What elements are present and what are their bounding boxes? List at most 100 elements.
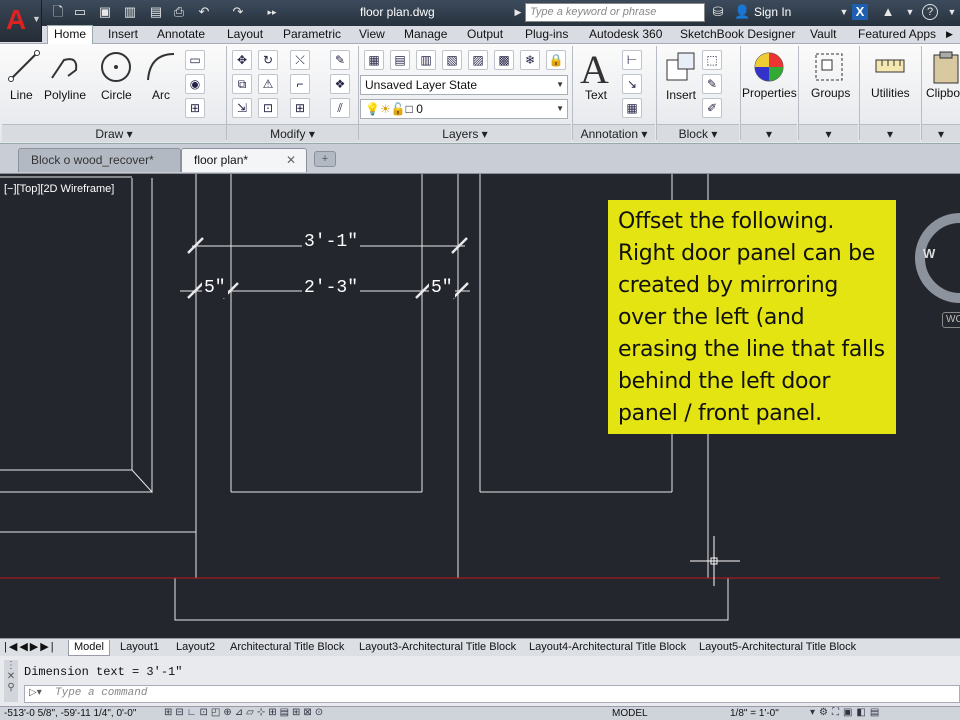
layer-lock-icon[interactable]: 🔒 <box>546 50 566 70</box>
redo-icon[interactable]: ↷ <box>230 4 246 20</box>
drafting-toggles-icon[interactable]: ⊞⊟∟⊡◰⊕⊿▱⊹⊞▤⊞⊠⊙ <box>164 707 326 718</box>
line-icon[interactable] <box>8 50 40 82</box>
copy-icon[interactable]: ⧉ <box>232 74 252 94</box>
utilities-icon[interactable] <box>874 54 906 78</box>
edit-block-icon[interactable]: ✎ <box>702 74 722 94</box>
exchange-icon[interactable]: X <box>852 4 868 20</box>
polyline-icon[interactable] <box>48 50 82 82</box>
layout-nav-arrows-icon[interactable]: |◀◀▶▶| <box>4 640 56 656</box>
open-icon[interactable]: ▭ <box>72 4 88 20</box>
panel-clipboard[interactable]: ▾ <box>922 124 960 142</box>
dimension-text-overall[interactable]: 3'-1" <box>302 232 361 252</box>
search-input[interactable]: Type a keyword or phrase <box>525 3 705 22</box>
erase-icon[interactable]: ✎ <box>330 50 350 70</box>
dimension-icon[interactable]: ⊢ <box>622 50 642 70</box>
rectangle-icon[interactable]: ▭ <box>185 50 205 70</box>
arc-icon[interactable] <box>144 50 178 84</box>
tab-plug-ins[interactable]: Plug-ins <box>525 26 568 44</box>
command-input[interactable]: Type a command <box>24 685 960 703</box>
annotation-scale-dropdown[interactable]: 1/8" = 1'-0" <box>730 708 779 719</box>
tab-manage[interactable]: Manage <box>404 26 447 44</box>
layer-state-dropdown[interactable]: Unsaved Layer State ▼ <box>360 75 568 95</box>
panel-properties[interactable]: ▾ <box>741 124 797 142</box>
sign-in-dropdown-icon[interactable]: ▼ <box>836 4 852 20</box>
circle-icon[interactable] <box>99 50 133 84</box>
application-menu-button[interactable]: A ▼ <box>0 0 42 42</box>
layer-freeze-icon[interactable]: ❄ <box>520 50 540 70</box>
clipboard-icon[interactable] <box>932 50 960 84</box>
ribbon-minimize-icon[interactable]: ▶ <box>946 26 953 44</box>
table-icon[interactable]: ▦ <box>622 98 642 118</box>
binoculars-icon[interactable]: ⛁ <box>710 4 726 20</box>
panel-draw[interactable]: Draw ▾ <box>2 124 226 142</box>
command-prompt-icon[interactable]: ▷▾ <box>29 687 42 698</box>
groups-button-label[interactable]: Groups <box>811 86 850 100</box>
tab-insert[interactable]: Insert <box>108 26 138 44</box>
create-block-icon[interactable]: ⬚ <box>702 50 722 70</box>
expand-icon[interactable]: ▸▸ <box>264 4 280 20</box>
wcs-menu-button[interactable]: WC <box>942 312 960 328</box>
utilities-button-label[interactable]: Utilities <box>871 86 910 100</box>
properties-icon[interactable] <box>752 50 786 84</box>
panel-groups[interactable]: ▾ <box>799 124 858 142</box>
save-as-icon[interactable]: ▥ <box>122 4 138 20</box>
array-icon[interactable]: ⊞ <box>290 98 310 118</box>
sign-in-button[interactable]: Sign In <box>754 5 791 19</box>
explode-icon[interactable]: ❖ <box>330 74 350 94</box>
layer-previous-icon[interactable]: ▧ <box>442 50 462 70</box>
layout-tab-layout5[interactable]: Layout5-Architectural Title Block <box>699 640 856 656</box>
move-icon[interactable]: ✥ <box>232 50 252 70</box>
arc-button-label[interactable]: Arc <box>152 88 170 102</box>
tab-featured-apps[interactable]: Featured Apps <box>858 26 936 44</box>
layer-dropdown[interactable]: 💡☀🔓□ 0 ▼ <box>360 99 568 119</box>
rotate-icon[interactable]: ↻ <box>258 50 278 70</box>
layout-tab-layout4[interactable]: Layout4-Architectural Title Block <box>529 640 686 656</box>
tab-output[interactable]: Output <box>467 26 503 44</box>
layout-tab-model[interactable]: Model <box>68 640 110 656</box>
panel-layers[interactable]: Layers ▾ <box>359 124 571 142</box>
save-icon[interactable]: ▣ <box>97 4 113 20</box>
panel-modify[interactable]: Modify ▾ <box>227 124 358 142</box>
insert-block-icon[interactable] <box>664 50 698 84</box>
layout-tab-arch-title[interactable]: Architectural Title Block <box>230 640 344 656</box>
help-button[interactable]: ? <box>922 4 938 20</box>
dimension-text-middle[interactable]: 2'-3" <box>302 278 361 298</box>
file-tab-block-o-wood[interactable]: Block o wood_recover* <box>18 148 181 172</box>
region-icon[interactable]: ⊞ <box>185 98 205 118</box>
layer-match-icon[interactable]: ▥ <box>416 50 436 70</box>
help-dropdown-icon[interactable]: ▼ <box>944 4 960 20</box>
layout-tab-layout2[interactable]: Layout2 <box>176 640 215 656</box>
coordinates-readout[interactable]: -513'-0 5/8", -59'-11 1/4", 0'-0" <box>4 708 136 719</box>
line-button-label[interactable]: Line <box>10 88 33 102</box>
attribute-icon[interactable]: ✐ <box>702 98 722 118</box>
text-button-label[interactable]: Text <box>585 88 607 102</box>
dimension-text-right[interactable]: 5" <box>429 278 455 298</box>
print-icon[interactable]: ⎙ <box>171 4 187 20</box>
undo-icon[interactable]: ↶ <box>196 4 212 20</box>
layout-tab-layout3[interactable]: Layout3-Architectural Title Block <box>359 640 516 656</box>
tab-parametric[interactable]: Parametric <box>283 26 341 44</box>
polyline-button-label[interactable]: Polyline <box>44 88 86 102</box>
groups-icon[interactable] <box>812 50 846 84</box>
layer-state-icon[interactable]: ▤ <box>390 50 410 70</box>
fillet-icon[interactable]: ⌐ <box>290 74 310 94</box>
trim-icon[interactable]: ⤬ <box>290 50 310 70</box>
tab-home[interactable]: Home <box>47 25 94 45</box>
layer-isolate-icon[interactable]: ▨ <box>468 50 488 70</box>
layout-tab-layout1[interactable]: Layout1 <box>120 640 159 656</box>
model-space-button[interactable]: MODEL <box>612 708 648 719</box>
stay-connected-icon[interactable]: ▲ <box>880 4 896 20</box>
new-tab-button[interactable]: + <box>314 151 336 167</box>
viewcube-west-label[interactable]: W <box>923 246 935 261</box>
status-tray-icons[interactable]: ▾⚙⛶▣◧▤ <box>810 707 883 718</box>
text-icon[interactable]: A <box>580 46 609 93</box>
properties-button-label[interactable]: Properties <box>742 86 797 100</box>
drawing-canvas[interactable]: [−][Top][2D Wireframe] 3'-1" 5" 2'-3" 5"… <box>0 174 960 638</box>
connect-dropdown-icon[interactable]: ▼ <box>902 4 918 20</box>
dimension-text-left[interactable]: 5" <box>202 278 228 298</box>
search-expand-icon[interactable]: ▶ <box>510 4 526 20</box>
panel-utilities[interactable]: ▾ <box>860 124 920 142</box>
panel-annotation[interactable]: Annotation ▾ <box>573 124 655 142</box>
layer-unisolate-icon[interactable]: ▩ <box>494 50 514 70</box>
new-icon[interactable]: 🗋 <box>50 4 66 20</box>
